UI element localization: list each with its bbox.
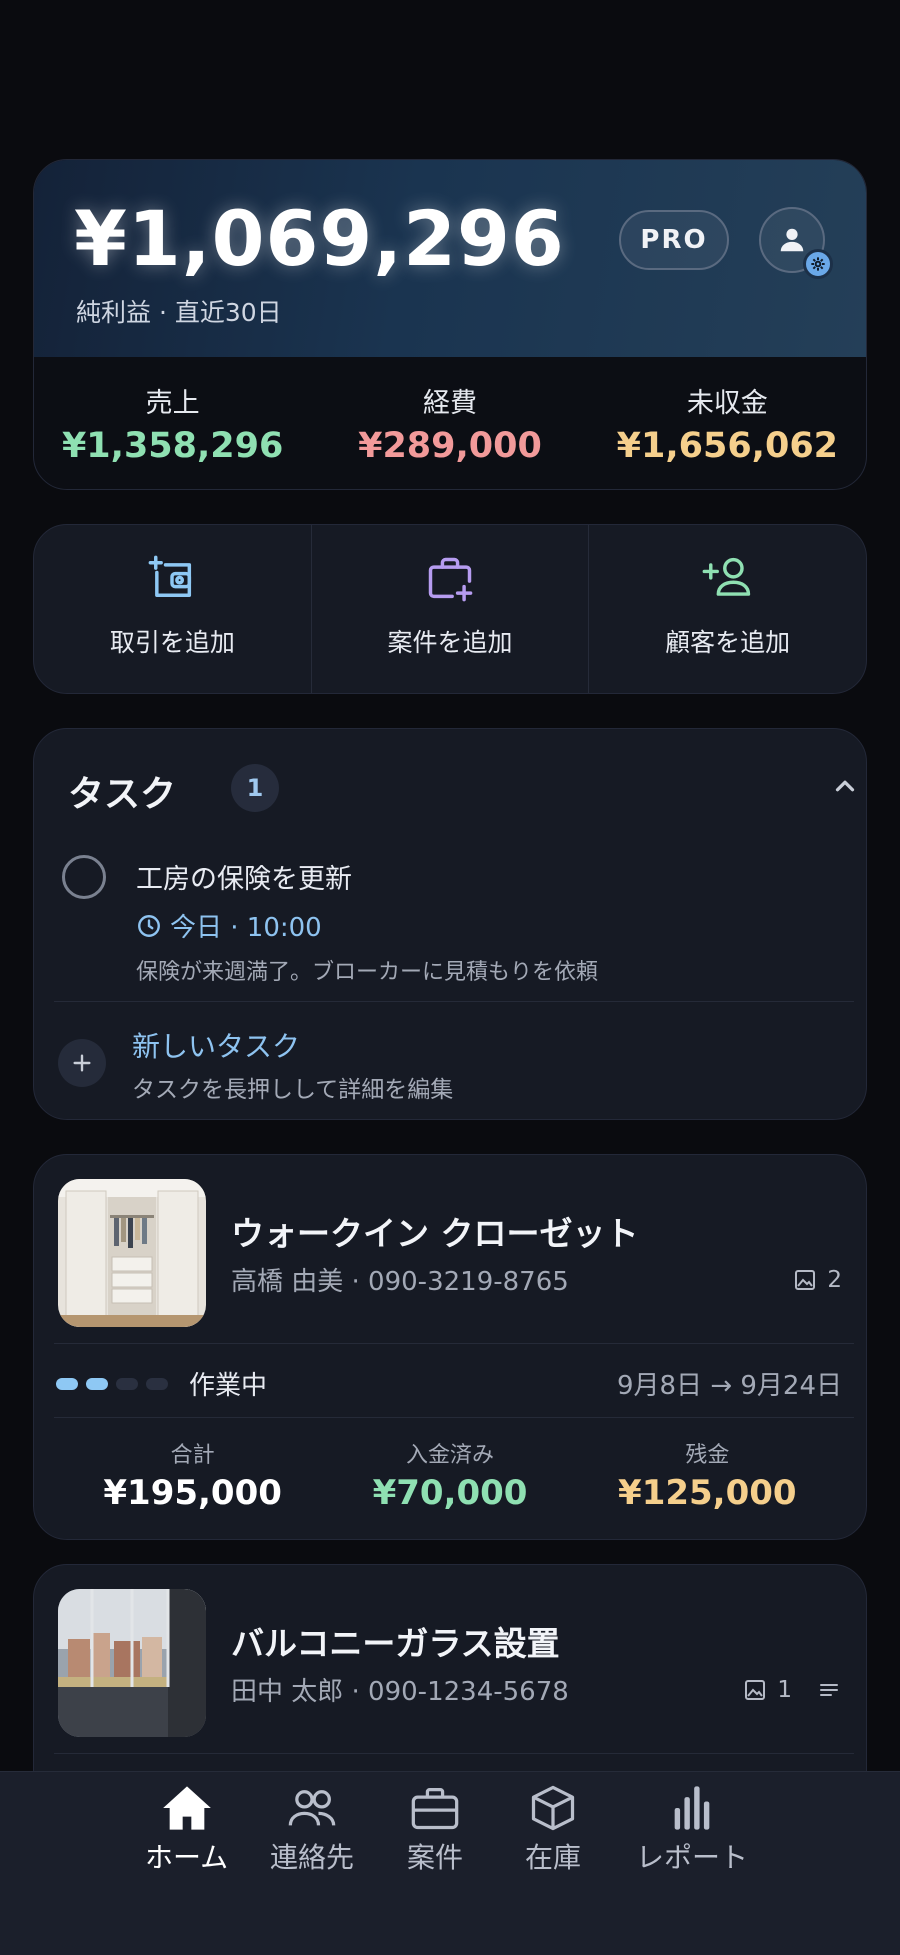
collapse-button[interactable] xyxy=(830,771,860,805)
stat-label: 経費 xyxy=(422,388,477,419)
task-note: 保険が来週満了。ブローカーに見積もりを依頼 xyxy=(136,960,599,985)
new-task-title[interactable]: 新しいタスク xyxy=(132,1025,300,1065)
progress-step xyxy=(86,1378,108,1390)
add-customer-button[interactable]: 顧客を追加 xyxy=(589,525,866,693)
task-time-text: 今日 · 10:00 xyxy=(170,913,322,943)
photo-count: 1 xyxy=(743,1677,842,1703)
nav-label: 在庫 xyxy=(525,1841,582,1874)
project-thumbnail xyxy=(58,1589,206,1737)
notes-icon xyxy=(820,1684,838,1696)
summary-header: ¥1,069,296 純利益 · 直近30日 PRO xyxy=(34,160,866,357)
add-project-button[interactable]: 案件を追加 xyxy=(312,525,590,693)
project-title: バルコニーガラス設置 xyxy=(231,1624,560,1663)
plus-icon xyxy=(73,1054,91,1072)
nav-inventory[interactable]: 在庫 xyxy=(525,1784,581,1876)
progress-step xyxy=(56,1378,78,1390)
nav-home[interactable]: ホーム xyxy=(145,1784,228,1876)
amount-label: 入金済み xyxy=(405,1443,494,1468)
image-icon xyxy=(745,1680,766,1700)
nav-label: ホーム xyxy=(145,1841,229,1874)
project-status: 作業中 xyxy=(189,1371,268,1401)
pro-badge-button[interactable]: PRO xyxy=(619,210,729,270)
amount-label: 合計 xyxy=(170,1443,215,1468)
quick-actions: 取引を追加 案件を追加 顧客を追加 xyxy=(33,524,867,694)
amount-label: 残金 xyxy=(685,1443,730,1468)
task-checkbox[interactable] xyxy=(62,855,106,899)
add-project-icon xyxy=(428,557,473,602)
amount-value: ¥70,000 xyxy=(372,1473,528,1513)
divider xyxy=(54,1417,854,1418)
nav-label: 案件 xyxy=(407,1841,464,1874)
tasks-card: タスク 1 工房の保険を更新 今日 · 10:00 保険が来週満了。ブローカーに… xyxy=(33,728,867,1120)
project-amounts: 合計 ¥195,000 入金済み ¥70,000 残金 ¥125,000 xyxy=(34,1437,866,1513)
photo-count-value: 1 xyxy=(777,1677,792,1703)
project-card[interactable]: ウォークイン クローゼット 高橋 由美 · 090-3219-8765 2 作業… xyxy=(33,1154,867,1540)
action-label: 顧客を追加 xyxy=(665,628,791,657)
amount-paid: 入金済み ¥70,000 xyxy=(321,1437,578,1513)
stat-expenses[interactable]: 経費 ¥289,000 xyxy=(311,357,588,489)
tasks-title: タスク xyxy=(68,774,177,815)
amount-total: 合計 ¥195,000 xyxy=(64,1437,321,1513)
nav-label: 連絡先 xyxy=(270,1841,355,1874)
clock-icon xyxy=(138,914,160,937)
new-task-hint: タスクを長押しして詳細を編集 xyxy=(132,1077,454,1103)
home-icon xyxy=(162,1786,211,1830)
amount-balance: 残金 ¥125,000 xyxy=(579,1437,836,1513)
nav-label: レポート xyxy=(636,1841,749,1874)
action-label: 取引を追加 xyxy=(109,628,235,657)
add-transaction-icon xyxy=(148,555,192,597)
summary-card: ¥1,069,296 純利益 · 直近30日 PRO 売上 ¥1,358,296… xyxy=(33,159,867,490)
stat-value: ¥289,000 xyxy=(358,426,542,466)
project-thumbnail xyxy=(58,1179,206,1327)
task-title[interactable]: 工房の保険を更新 xyxy=(136,857,352,896)
stat-label: 未収金 xyxy=(686,388,768,419)
bottom-navigation: ホーム 連絡先 案件 在庫 レポート xyxy=(0,1771,900,1955)
nav-projects[interactable]: 案件 xyxy=(407,1784,463,1876)
net-profit-value: ¥1,069,296 xyxy=(74,194,565,283)
project-customer: 高橋 由美 · 090-3219-8765 xyxy=(231,1267,569,1297)
contacts-icon xyxy=(288,1790,336,1826)
new-task-button[interactable] xyxy=(58,1039,106,1087)
gear-icon xyxy=(803,249,833,279)
tasks-count-badge: 1 xyxy=(231,764,279,812)
divider xyxy=(54,1001,854,1002)
stat-value: ¥1,656,062 xyxy=(616,426,839,466)
account-settings-button[interactable] xyxy=(759,207,833,279)
image-icon xyxy=(795,1270,816,1290)
task-due: 今日 · 10:00 xyxy=(136,907,322,944)
action-label: 案件を追加 xyxy=(387,628,513,657)
project-customer: 田中 太郎 · 090-1234-5678 xyxy=(231,1677,569,1707)
project-title: ウォークイン クローゼット xyxy=(231,1214,639,1253)
stat-label: 売上 xyxy=(145,388,200,419)
stat-revenue[interactable]: 売上 ¥1,358,296 xyxy=(34,357,311,489)
user-icon xyxy=(780,228,804,252)
progress-step xyxy=(116,1378,138,1390)
box-icon xyxy=(531,1785,575,1831)
divider xyxy=(54,1753,854,1754)
add-transaction-button[interactable]: 取引を追加 xyxy=(34,525,312,693)
amount-value: ¥125,000 xyxy=(618,1473,797,1513)
progress-step xyxy=(146,1378,168,1390)
nav-reports[interactable]: レポート xyxy=(636,1784,748,1876)
photo-count: 2 xyxy=(793,1267,842,1293)
briefcase-icon xyxy=(411,1787,459,1830)
net-profit-label: 純利益 · 直近30日 xyxy=(76,298,282,327)
amount-value: ¥195,000 xyxy=(103,1473,282,1513)
summary-stats: 売上 ¥1,358,296 経費 ¥289,000 未収金 ¥1,656,062 xyxy=(34,357,866,489)
chart-icon xyxy=(674,1786,710,1830)
chevron-up-icon xyxy=(835,780,855,792)
progress-indicator xyxy=(56,1378,168,1390)
stat-receivables[interactable]: 未収金 ¥1,656,062 xyxy=(589,357,866,489)
project-dates: 9月8日 → 9月24日 xyxy=(616,1371,842,1401)
add-customer-icon xyxy=(702,557,750,596)
nav-contacts[interactable]: 連絡先 xyxy=(270,1784,354,1876)
divider xyxy=(54,1343,854,1344)
photo-count-value: 2 xyxy=(827,1267,842,1293)
stat-value: ¥1,358,296 xyxy=(61,426,284,466)
